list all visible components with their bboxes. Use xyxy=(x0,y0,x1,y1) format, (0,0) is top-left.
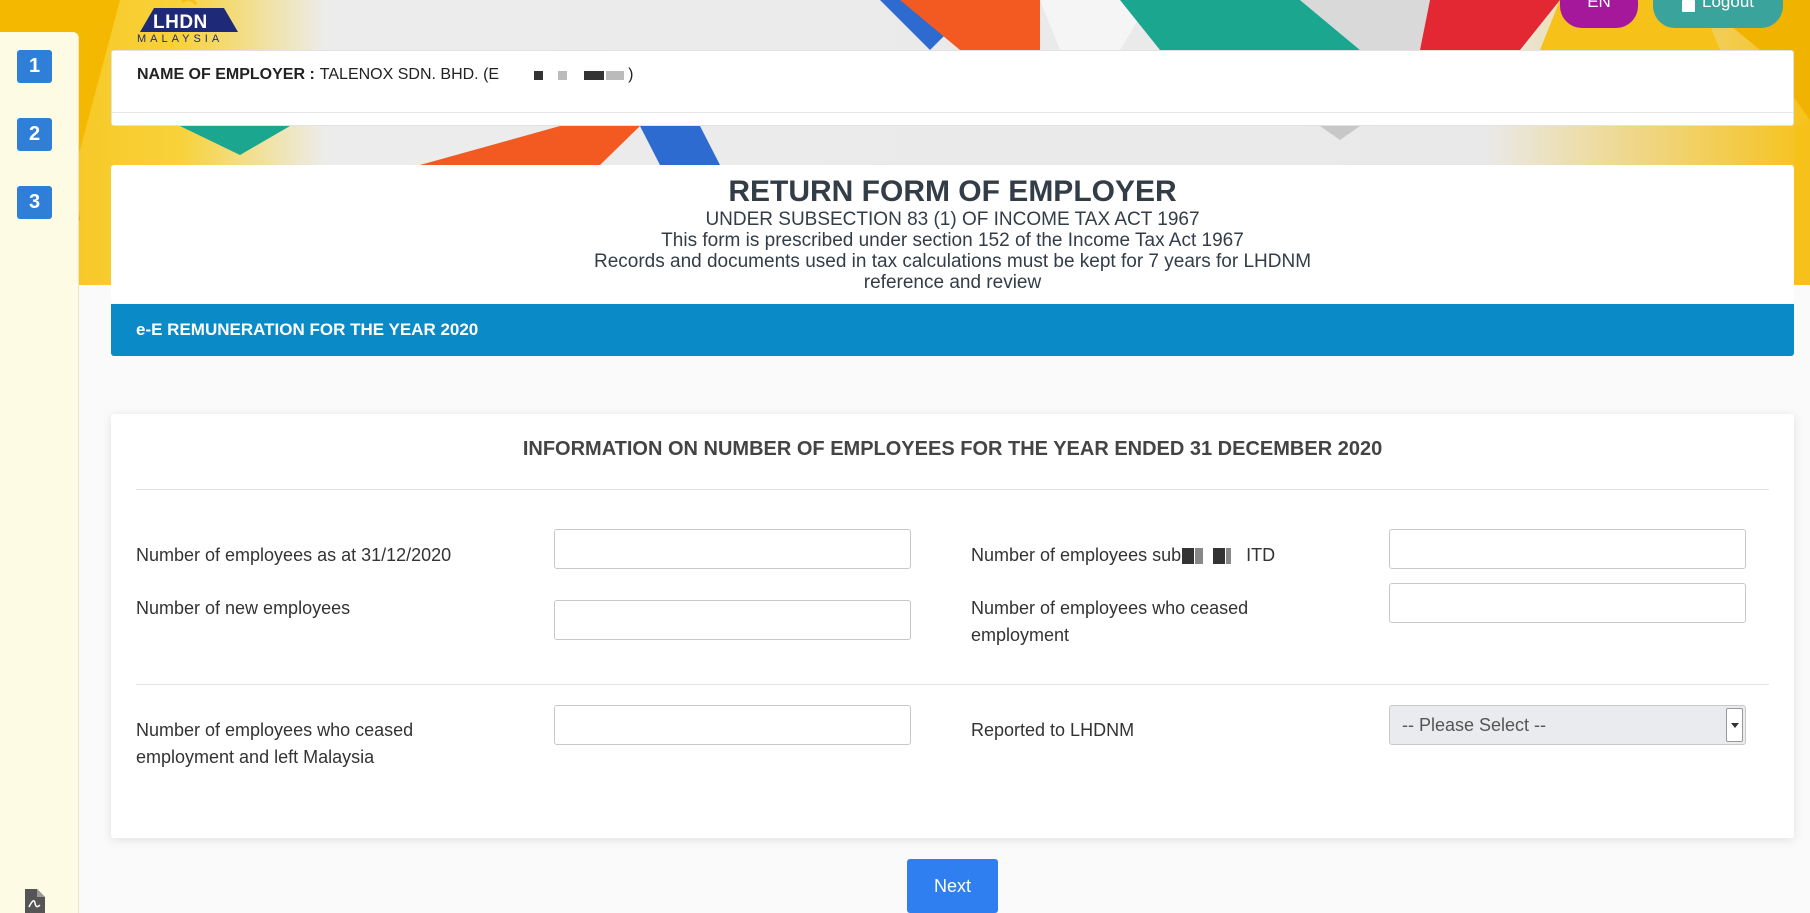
new-employees-input[interactable] xyxy=(554,600,911,640)
remuneration-bar: e-E REMUNERATION FOR THE YEAR 2020 xyxy=(111,304,1794,356)
panel-divider xyxy=(112,112,1793,113)
redacted-block xyxy=(1226,548,1232,565)
redacted-block xyxy=(534,70,544,80)
employees-sub-itd-input[interactable] xyxy=(1389,529,1746,569)
remuneration-title: e-E REMUNERATION FOR THE YEAR 2020 xyxy=(136,320,479,339)
subsection-text: UNDER SUBSECTION 83 (1) OF INCOME TAX AC… xyxy=(705,209,1200,230)
redacted-block xyxy=(1195,548,1204,565)
step-3-button[interactable]: 3 xyxy=(17,186,52,219)
step-1-button[interactable]: 1 xyxy=(17,50,52,83)
employees-sub-itd-label: Number of employees sub ITD xyxy=(971,542,1331,569)
employer-name-suffix: ) xyxy=(628,66,634,83)
ceased-left-malaysia-label: Number of employees who ceased employmen… xyxy=(136,720,414,767)
fields-divider xyxy=(136,684,1769,685)
new-employees-label: Number of new employees xyxy=(136,598,351,618)
records-text: Records and documents used in tax calcul… xyxy=(593,251,1312,293)
ceased-employment-input[interactable] xyxy=(1389,583,1746,623)
prescribed-text: This form is prescribed under section 15… xyxy=(661,230,1244,251)
ceased-employment-label: Number of employees who ceased employmen… xyxy=(971,598,1249,645)
employees-at-year-end-label: Number of employees as at 31/12/2020 xyxy=(136,545,452,565)
step-rail: 1 2 3 xyxy=(0,32,79,913)
redacted-block xyxy=(1213,548,1226,565)
redacted-block xyxy=(1182,548,1195,565)
lhdn-logo[interactable]: LHDN MALAYSIA xyxy=(134,0,244,50)
step-2-button[interactable]: 2 xyxy=(17,118,52,151)
employer-label: NAME OF EMPLOYER : xyxy=(137,66,315,83)
redacted-block xyxy=(606,70,625,80)
reported-to-lhdnm-label: Reported to LHDNM xyxy=(971,720,1135,740)
pdf-icon[interactable] xyxy=(23,889,45,913)
redacted-block xyxy=(584,70,605,80)
language-label: EN xyxy=(1587,0,1611,11)
employees-sub-itd-label-prefix: Number of employees sub xyxy=(971,545,1182,565)
page-title: RETURN FORM OF EMPLOYER xyxy=(728,175,1177,208)
employees-sub-itd-label-suffix: ITD xyxy=(1246,545,1276,565)
chevron-down-icon[interactable] xyxy=(1726,708,1743,742)
language-button[interactable]: EN xyxy=(1560,0,1638,28)
employer-panel: NAME OF EMPLOYER : TALENOX SDN. BHD. (E … xyxy=(111,50,1794,126)
ceased-left-malaysia-input[interactable] xyxy=(554,705,911,745)
form-header: RETURN FORM OF EMPLOYER UNDER SUBSECTION… xyxy=(111,165,1794,303)
reported-to-lhdnm-select[interactable]: -- Please Select -- xyxy=(1389,705,1746,745)
reported-to-lhdnm-selected: -- Please Select -- xyxy=(1402,714,1547,735)
next-button[interactable]: Next xyxy=(907,859,998,913)
logout-button[interactable]: Logout xyxy=(1653,0,1783,28)
redacted-block xyxy=(558,70,568,80)
employer-name: TALENOX SDN. BHD. (E xyxy=(319,66,500,83)
employer-name-row: NAME OF EMPLOYER : TALENOX SDN. BHD. (E … xyxy=(137,66,633,84)
logo-text: LHDN xyxy=(153,12,208,33)
logo-subtext: MALAYSIA xyxy=(137,33,224,45)
logout-icon xyxy=(1682,0,1695,12)
section-title: INFORMATION ON NUMBER OF EMPLOYEES FOR T… xyxy=(522,438,1383,460)
section-divider xyxy=(136,489,1769,490)
logout-label: Logout xyxy=(1702,0,1754,11)
employees-info-panel: INFORMATION ON NUMBER OF EMPLOYEES FOR T… xyxy=(111,414,1794,838)
employees-at-year-end-input[interactable] xyxy=(554,529,911,569)
